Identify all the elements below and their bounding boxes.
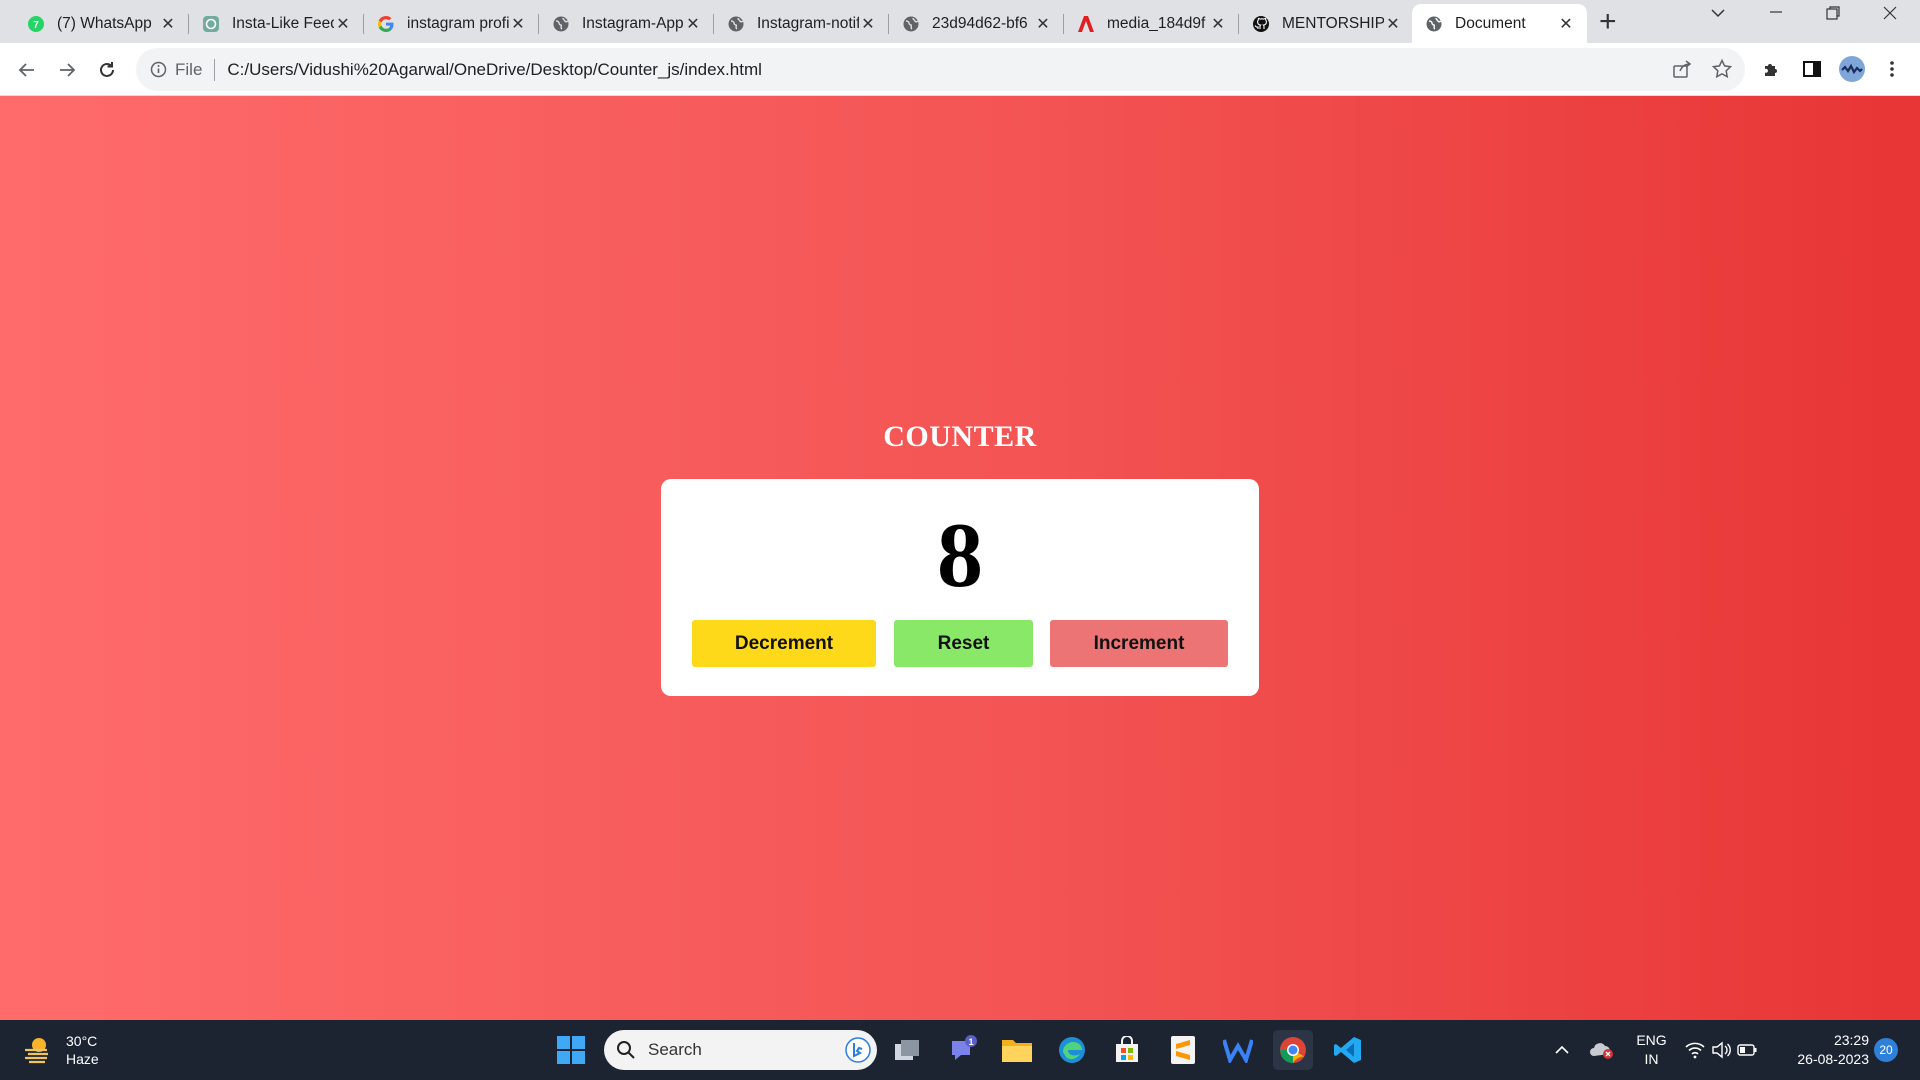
info-icon: [150, 61, 167, 78]
globe-icon: [726, 14, 745, 33]
keyboard-region: IN: [1644, 1051, 1659, 1067]
profile-avatar[interactable]: [1838, 55, 1866, 83]
share-icon[interactable]: [1671, 58, 1693, 85]
url-text[interactable]: C:/Users/Vidushi%20Agarwal/OneDrive/Desk…: [227, 60, 761, 80]
github-icon: [1251, 14, 1270, 33]
windows-taskbar: 30°C Haze Search 1 ENG IN 23:29 26-08-20…: [0, 1020, 1920, 1080]
reload-button[interactable]: [91, 54, 123, 86]
show-hidden-icons-chevron-icon[interactable]: [1542, 1030, 1582, 1070]
chrome-menu-icon[interactable]: [1878, 55, 1906, 83]
restore-button[interactable]: [1825, 5, 1841, 26]
teams-badge: 1: [968, 1037, 973, 1047]
close-icon[interactable]: ✕: [1557, 14, 1575, 34]
decrement-button[interactable]: Decrement: [692, 620, 876, 667]
tab-document[interactable]: Document ✕: [1412, 4, 1587, 43]
close-icon[interactable]: ✕: [159, 14, 177, 34]
microsoft-store-icon[interactable]: [1107, 1030, 1147, 1070]
tab-title: (7) WhatsApp: [57, 14, 152, 32]
site-info-button[interactable]: File: [150, 60, 202, 80]
volume-icon: [1711, 1041, 1731, 1059]
tab-title: Instagram-App: [582, 14, 684, 32]
tab-strip: 7 (7) WhatsApp ✕ Insta-Like Feed ✕ insta…: [0, 0, 1920, 43]
sublime-text-icon[interactable]: [1163, 1030, 1203, 1070]
counter-value: 8: [937, 504, 983, 606]
close-icon[interactable]: ✕: [509, 14, 527, 34]
globe-icon: [901, 14, 920, 33]
reset-button[interactable]: Reset: [894, 620, 1033, 667]
clock-date: 26-08-2023: [1797, 1051, 1869, 1067]
language-indicator[interactable]: ENG IN: [1629, 1031, 1674, 1069]
tab-title: 23d94d62-bf6: [932, 14, 1028, 32]
address-divider: [214, 58, 216, 81]
extensions-icon[interactable]: [1758, 55, 1786, 83]
task-view-icon[interactable]: [887, 1030, 927, 1070]
chatgpt-icon: [201, 14, 220, 33]
scheme-label: File: [175, 59, 203, 79]
tab-title: media_184d9f: [1107, 14, 1206, 32]
bookmark-star-icon[interactable]: [1711, 58, 1733, 85]
tab-instagram-notifications[interactable]: Instagram-notifications ✕: [714, 4, 889, 43]
side-panel-icon[interactable]: [1798, 55, 1826, 83]
tab-instagram-app[interactable]: Instagram-App ✕: [539, 4, 714, 43]
close-icon[interactable]: ✕: [334, 14, 352, 34]
tab-title: Insta-Like Feed: [232, 14, 334, 32]
battery-icon: [1737, 1043, 1757, 1057]
tab-title: Instagram-notifications: [757, 14, 859, 32]
wifi-icon: [1685, 1041, 1705, 1059]
tab-23d94d62[interactable]: 23d94d62-bf6 ✕: [889, 4, 1064, 43]
chrome-icon[interactable]: [1273, 1030, 1313, 1070]
close-icon[interactable]: ✕: [684, 14, 702, 34]
wondershare-icon[interactable]: [1218, 1030, 1258, 1070]
vscode-icon[interactable]: [1328, 1030, 1368, 1070]
whatsapp-icon: 7: [26, 14, 45, 33]
back-button[interactable]: [11, 54, 43, 86]
taskbar-search-box[interactable]: Search: [604, 1030, 877, 1070]
tab-instagram-profile[interactable]: instagram profile ✕: [364, 4, 539, 43]
onedrive-error-icon[interactable]: [1582, 1030, 1622, 1070]
page-content: COUNTER 8 Decrement Reset Increment: [0, 96, 1920, 1020]
haze-weather-icon: [22, 1034, 54, 1066]
counter-card: 8 Decrement Reset Increment: [661, 479, 1259, 696]
address-bar[interactable]: File C:/Users/Vidushi%20Agarwal/OneDrive…: [136, 48, 1745, 91]
file-explorer-icon[interactable]: [997, 1030, 1037, 1070]
close-icon[interactable]: ✕: [1209, 14, 1227, 34]
close-icon[interactable]: ✕: [1384, 14, 1402, 34]
globe-icon: [1424, 14, 1443, 33]
tab-title: MENTORSHIP: [1282, 14, 1384, 32]
clock[interactable]: 23:29 26-08-2023: [1781, 1031, 1869, 1069]
search-icon: [616, 1040, 636, 1060]
tab-title: instagram profile: [407, 14, 509, 32]
language-code: ENG: [1636, 1032, 1667, 1048]
edge-browser-icon[interactable]: [1052, 1030, 1092, 1070]
svg-text:7: 7: [33, 20, 39, 31]
close-icon[interactable]: ✕: [859, 14, 877, 34]
increment-button[interactable]: Increment: [1050, 620, 1228, 667]
tab-media[interactable]: media_184d9f ✕: [1064, 4, 1239, 43]
forward-button[interactable]: [51, 54, 83, 86]
quick-settings-button[interactable]: [1676, 1030, 1766, 1070]
new-tab-button[interactable]: +: [1599, 7, 1617, 37]
close-icon[interactable]: ✕: [1034, 14, 1052, 34]
weather-temperature: 30°C: [66, 1033, 98, 1049]
tab-insta-like-feed[interactable]: Insta-Like Feed ✕: [189, 4, 364, 43]
weather-condition: Haze: [66, 1051, 99, 1067]
counter-heading: COUNTER: [883, 420, 1037, 453]
tab-title: Document: [1455, 14, 1526, 32]
tab-search-icon[interactable]: [1710, 5, 1726, 26]
teams-chat-icon[interactable]: 1: [943, 1030, 983, 1070]
notification-badge[interactable]: 20: [1874, 1038, 1898, 1062]
weather-widget[interactable]: 30°C Haze: [22, 1032, 99, 1068]
globe-icon: [551, 14, 570, 33]
bing-icon[interactable]: [845, 1037, 871, 1063]
close-window-button[interactable]: [1882, 5, 1898, 26]
search-placeholder: Search: [648, 1040, 702, 1059]
browser-toolbar: File C:/Users/Vidushi%20Agarwal/OneDrive…: [0, 43, 1920, 96]
tab-whatsapp[interactable]: 7 (7) WhatsApp ✕: [14, 4, 189, 43]
minimize-button[interactable]: [1768, 3, 1784, 24]
adobe-acrobat-icon: [1076, 14, 1095, 33]
tab-mentorship[interactable]: MENTORSHIP ✕: [1239, 4, 1414, 43]
google-icon: [376, 14, 395, 33]
clock-time: 23:29: [1833, 1032, 1869, 1048]
start-button[interactable]: [551, 1030, 591, 1070]
